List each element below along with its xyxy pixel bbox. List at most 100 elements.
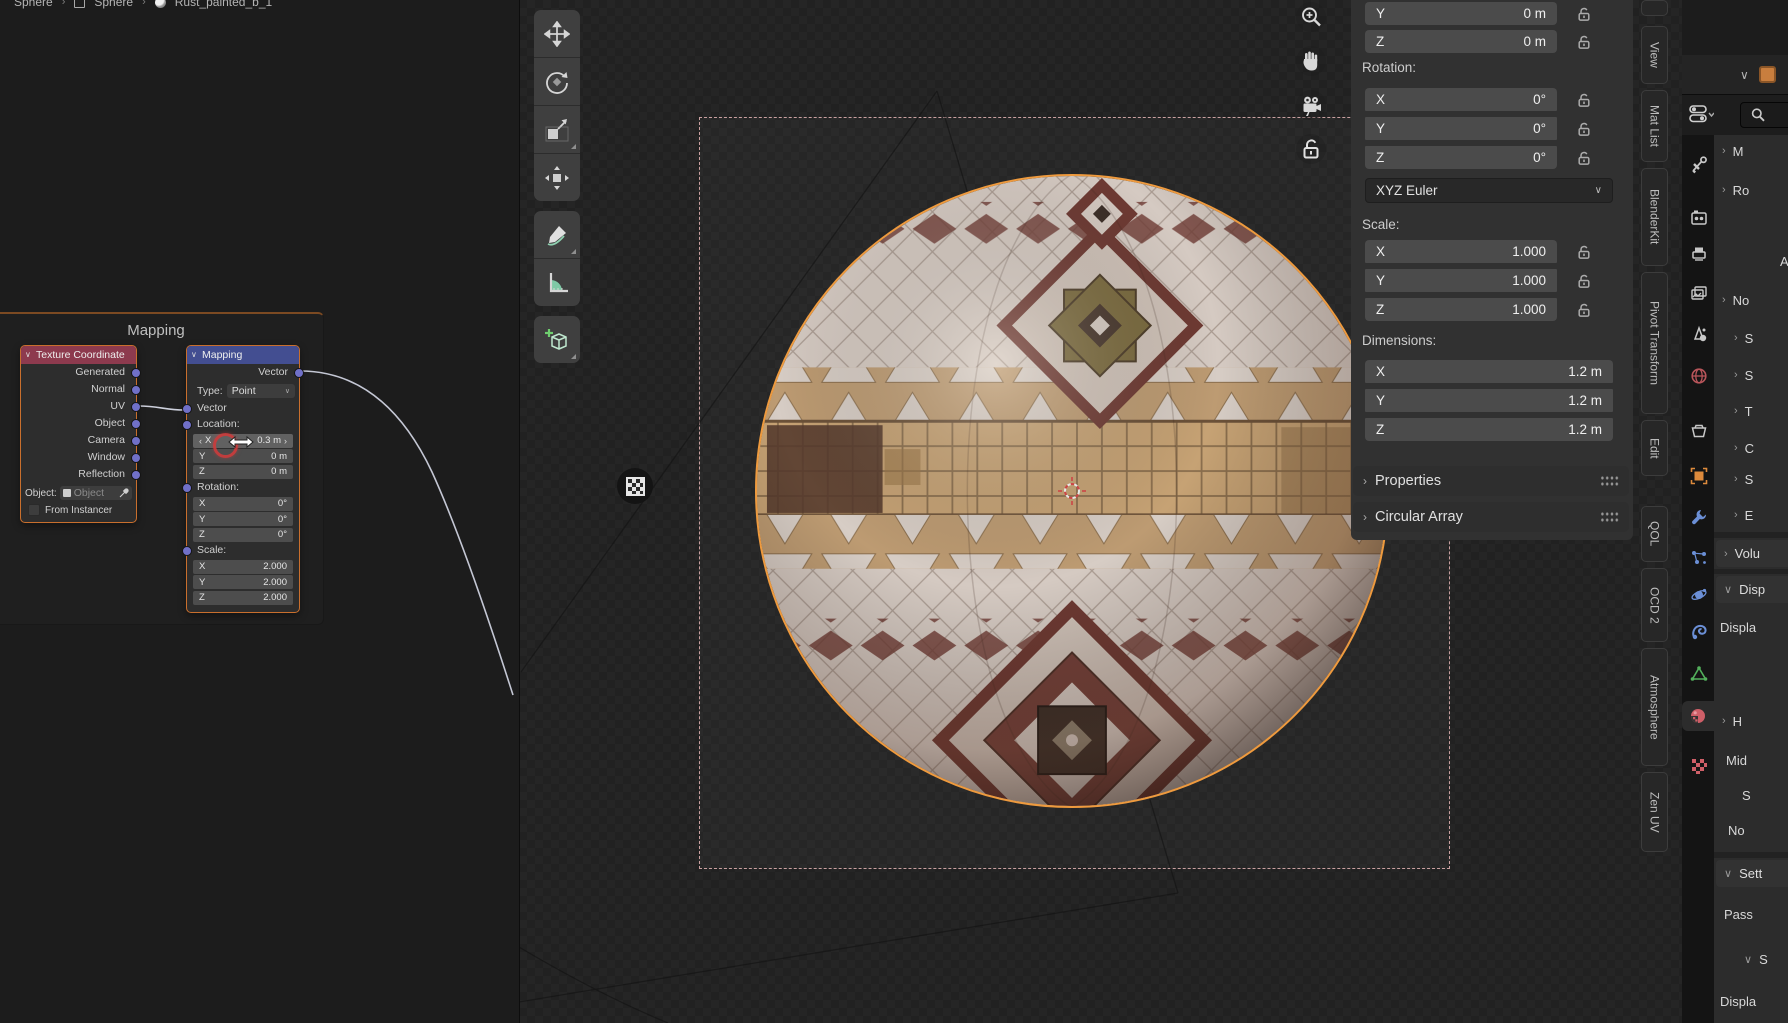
annotate-tool-button[interactable]	[534, 211, 580, 259]
socket-vector-output[interactable]	[294, 368, 304, 378]
socket-scale-input[interactable]	[182, 546, 192, 556]
camera-gizmo[interactable]	[1296, 90, 1326, 120]
type-dropdown[interactable]: Point	[227, 384, 295, 398]
lock-icon[interactable]	[1576, 302, 1592, 318]
tab-view[interactable]: View	[1641, 26, 1668, 84]
location-y-field[interactable]: Y0 m	[193, 449, 293, 463]
lock-icon[interactable]	[1576, 34, 1592, 50]
panel-row[interactable]: ›Ro	[1722, 181, 1749, 199]
location-z-field[interactable]: Z0 m	[193, 465, 293, 479]
volume-panel-header[interactable]: ›Volu	[1716, 540, 1788, 567]
panel-row[interactable]: ›T	[1734, 402, 1753, 420]
zoom-gizmo[interactable]	[1296, 2, 1326, 32]
rotation-y-field[interactable]: Y0°	[193, 512, 293, 526]
grip-icon[interactable]	[1600, 511, 1619, 523]
tab-object[interactable]	[1684, 461, 1714, 491]
socket-normal-output[interactable]	[131, 385, 141, 395]
socket-reflection-output[interactable]	[131, 470, 141, 480]
socket-vector-input[interactable]	[182, 404, 192, 414]
lock-icon[interactable]	[1576, 244, 1592, 260]
transform-tool-button[interactable]	[534, 154, 580, 201]
tab-ocd-2[interactable]: OCD 2	[1641, 568, 1668, 642]
tab-physics[interactable]	[1684, 580, 1714, 610]
from-instancer-checkbox[interactable]	[28, 504, 40, 516]
dimension-x-field[interactable]: X1.2 m	[1365, 360, 1613, 383]
tab-render[interactable]	[1684, 203, 1714, 233]
scale-x-field[interactable]: X2.000	[193, 560, 293, 574]
panel-row[interactable]: ∨S	[1744, 950, 1768, 968]
rotation-x-field[interactable]: X0°	[1365, 88, 1557, 111]
panel-row[interactable]: ›H	[1722, 712, 1742, 730]
scale-tool-button[interactable]	[534, 106, 580, 154]
scale-y-field[interactable]: Y2.000	[193, 575, 293, 589]
properties-panel-header[interactable]: › Properties	[1353, 466, 1629, 496]
dimension-y-field[interactable]: Y1.2 m	[1365, 389, 1613, 412]
lock-icon[interactable]	[1576, 6, 1592, 22]
tab-blenderkit[interactable]: BlenderKit	[1641, 168, 1668, 266]
measure-tool-button[interactable]	[534, 259, 580, 306]
tab-scene[interactable]	[1684, 319, 1714, 349]
panel-row[interactable]: ›S	[1734, 329, 1753, 347]
object-picker[interactable]: Object	[60, 486, 132, 500]
add-cube-tool-button[interactable]	[534, 316, 580, 363]
tab-zen-uv[interactable]: Zen UV	[1641, 772, 1668, 852]
lock-icon[interactable]	[1576, 273, 1592, 289]
socket-location-input[interactable]	[182, 420, 192, 430]
tab-modifiers[interactable]	[1684, 502, 1714, 532]
rotate-tool-button[interactable]	[534, 58, 580, 106]
scale-x-field[interactable]: X1.000	[1365, 240, 1557, 263]
socket-camera-output[interactable]	[131, 436, 141, 446]
outliner-object-row[interactable]: ∨	[1682, 55, 1788, 94]
lock-icon[interactable]	[1576, 150, 1592, 166]
socket-generated-output[interactable]	[131, 368, 141, 378]
rotation-mode-dropdown[interactable]: XYZ Euler	[1365, 178, 1613, 203]
rotation-z-field[interactable]: Z0°	[1365, 146, 1557, 169]
rotation-x-field[interactable]: X0°	[193, 497, 293, 511]
tab-collection[interactable]	[1684, 416, 1714, 446]
pan-gizmo[interactable]	[1296, 46, 1326, 76]
tab-mat-list[interactable]: Mat List	[1641, 90, 1668, 162]
scale-y-field[interactable]: Y1.000	[1365, 269, 1557, 292]
shader-node-editor[interactable]: Sphere › Sphere › Rust_painted_b_1 Mappi…	[0, 0, 519, 1023]
rotation-z-field[interactable]: Z0°	[193, 528, 293, 542]
texture-coordinate-node[interactable]: Texture Coordinate Generated Normal UV O…	[20, 345, 137, 523]
lock-gizmo[interactable]	[1296, 134, 1326, 164]
search-input[interactable]	[1740, 102, 1788, 128]
panel-row[interactable]: ›M	[1722, 142, 1744, 160]
mapping-node[interactable]: Mapping Vector Type: Point Vector Locati…	[186, 345, 300, 613]
tab-particles[interactable]	[1684, 543, 1714, 573]
tab-object-data[interactable]	[1684, 659, 1714, 689]
tab-tool[interactable]	[1684, 150, 1714, 180]
tab-pivot-transform[interactable]: Pivot Transform	[1641, 272, 1668, 414]
lock-icon[interactable]	[1576, 92, 1592, 108]
tab-output[interactable]	[1684, 239, 1714, 269]
panel-row[interactable]: ›S	[1734, 470, 1753, 488]
tab-texture[interactable]	[1684, 751, 1714, 781]
editor-type-selector[interactable]	[1688, 103, 1714, 125]
socket-uv-output[interactable]	[131, 402, 141, 412]
tab-atmosphere[interactable]: Atmosphere	[1641, 648, 1668, 766]
displacement-panel-header[interactable]: ∨Disp	[1716, 576, 1788, 603]
tab-partial[interactable]	[1641, 0, 1668, 16]
node-header[interactable]: Mapping	[187, 346, 299, 364]
eyedropper-icon[interactable]	[119, 488, 129, 498]
panel-row[interactable]: ›E	[1734, 506, 1753, 524]
tab-edit[interactable]: Edit	[1641, 420, 1668, 476]
socket-rotation-input[interactable]	[182, 483, 192, 493]
tab-world[interactable]	[1684, 361, 1714, 391]
scale-z-field[interactable]: Z2.000	[193, 591, 293, 605]
panel-row[interactable]: ›C	[1734, 439, 1754, 457]
node-header[interactable]: Texture Coordinate	[21, 346, 136, 364]
dimension-z-field[interactable]: Z1.2 m	[1365, 418, 1613, 441]
grip-icon[interactable]	[1600, 475, 1619, 487]
editor-divider[interactable]	[519, 0, 520, 1023]
socket-object-output[interactable]	[131, 419, 141, 429]
circular-array-panel-header[interactable]: › Circular Array	[1353, 502, 1629, 532]
location-z-field[interactable]: Z0 m	[1365, 30, 1557, 53]
panel-row[interactable]: ›No	[1722, 291, 1749, 309]
rotation-y-field[interactable]: Y0°	[1365, 117, 1557, 140]
breadcrumb-material[interactable]: Rust_painted_b_1	[175, 0, 272, 9]
lock-icon[interactable]	[1576, 121, 1592, 137]
tab-view-layer[interactable]	[1684, 279, 1714, 309]
settings-panel-header[interactable]: ∨Sett	[1716, 860, 1788, 887]
